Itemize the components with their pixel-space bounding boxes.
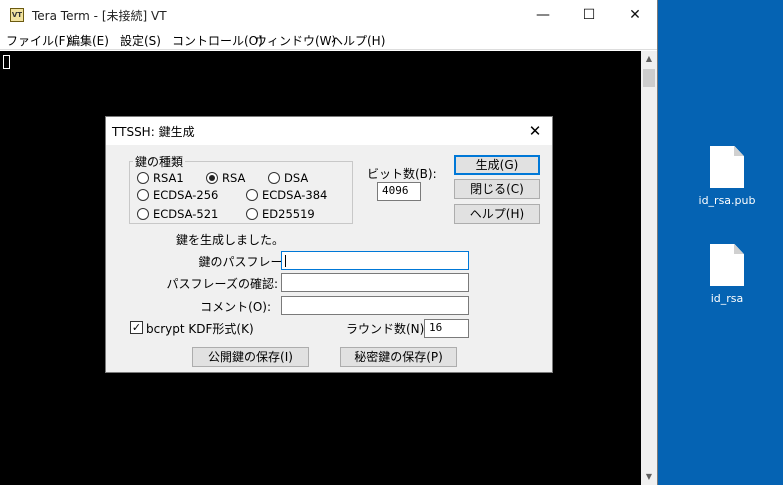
- radio-ecdsa-384[interactable]: ECDSA-384: [246, 188, 327, 202]
- confirm-passphrase-input[interactable]: [281, 273, 469, 292]
- scroll-down-icon[interactable]: ▼: [641, 469, 657, 485]
- confirm-passphrase-label: パスフレーズの確認:: [166, 277, 278, 291]
- key-generation-dialog: TTSSH: 鍵生成 ✕ 鍵の種類 RSA1 RSA DSA ECDSA-256…: [105, 116, 553, 373]
- radio-label: RSA1: [153, 171, 184, 185]
- close-button[interactable]: ✕: [612, 0, 658, 30]
- teraterm-app-icon[interactable]: VT: [10, 8, 24, 22]
- comment-input[interactable]: [281, 296, 469, 315]
- radio-rsa1[interactable]: RSA1: [137, 171, 184, 185]
- title-bar[interactable]: VT Tera Term - [未接続] VT — ☐ ✕: [0, 0, 657, 30]
- radio-label: ECDSA-384: [262, 188, 328, 202]
- radio-indicator: [246, 189, 258, 201]
- menu-bar: ファイル(F) 編集(E) 設定(S) コントロール(O) ウィンドウ(W) ヘ…: [0, 30, 657, 50]
- radio-dsa[interactable]: DSA: [268, 171, 308, 185]
- radio-label: DSA: [284, 171, 309, 185]
- close-dialog-button[interactable]: 閉じる(C): [454, 179, 540, 199]
- radio-ecdsa-256[interactable]: ECDSA-256: [137, 188, 218, 202]
- scroll-up-icon[interactable]: ▲: [641, 51, 657, 67]
- radio-indicator: [137, 172, 149, 184]
- bcrypt-label: bcrypt KDF形式(K): [146, 322, 254, 336]
- generate-button[interactable]: 生成(G): [454, 155, 540, 175]
- radio-label: ECDSA-256: [153, 188, 219, 202]
- text-caret: [285, 255, 286, 267]
- radio-label: ECDSA-521: [153, 207, 219, 221]
- radio-indicator: [137, 208, 149, 220]
- scrollbar-thumb[interactable]: [643, 69, 655, 87]
- radio-label: RSA: [222, 171, 246, 185]
- file-icon: [710, 146, 744, 188]
- menu-edit[interactable]: 編集(E): [68, 32, 109, 49]
- dialog-title: TTSSH: 鍵生成: [112, 125, 195, 139]
- file-icon: [710, 244, 744, 286]
- bits-label: ビット数(B):: [367, 167, 437, 181]
- vertical-scrollbar[interactable]: ▲ ▼: [641, 51, 657, 485]
- radio-label: ED25519: [262, 207, 315, 221]
- desktop-icon-id-rsa-pub[interactable]: id_rsa.pub: [690, 146, 764, 207]
- radio-ecdsa-521[interactable]: ECDSA-521: [137, 207, 218, 221]
- menu-setup[interactable]: 設定(S): [120, 32, 161, 49]
- menu-file[interactable]: ファイル(F): [6, 32, 70, 49]
- passphrase-input[interactable]: [281, 251, 469, 270]
- help-button[interactable]: ヘルプ(H): [454, 204, 540, 224]
- status-message: 鍵を生成しました。: [176, 233, 285, 247]
- radio-indicator: [246, 208, 258, 220]
- bcrypt-checkbox[interactable]: ✓: [130, 321, 143, 334]
- passphrase-label: 鍵のパスフレーズ:: [198, 255, 298, 269]
- window-title: Tera Term - [未接続] VT: [32, 9, 167, 23]
- bits-input[interactable]: 4096: [377, 182, 421, 201]
- menu-control[interactable]: コントロール(O): [172, 32, 263, 49]
- comment-label: コメント(O):: [200, 300, 271, 314]
- dialog-close-button[interactable]: ✕: [518, 117, 552, 145]
- menu-help[interactable]: ヘルプ(H): [331, 32, 385, 49]
- minimize-button[interactable]: —: [520, 0, 566, 30]
- desktop-background: [658, 0, 783, 485]
- key-type-group-label: 鍵の種類: [133, 153, 186, 170]
- maximize-button[interactable]: ☐: [566, 0, 612, 30]
- desktop-icon-label: id_rsa: [710, 292, 744, 305]
- rounds-input[interactable]: 16: [424, 319, 469, 338]
- desktop-icon-id-rsa[interactable]: id_rsa: [690, 244, 764, 305]
- menu-window[interactable]: ウィンドウ(W): [255, 32, 336, 49]
- radio-indicator: [137, 189, 149, 201]
- rounds-label: ラウンド数(N):: [346, 322, 429, 336]
- save-public-key-button[interactable]: 公開鍵の保存(I): [192, 347, 309, 367]
- save-private-key-button[interactable]: 秘密鍵の保存(P): [340, 347, 457, 367]
- terminal-cursor: [3, 55, 10, 69]
- radio-ed25519[interactable]: ED25519: [246, 207, 315, 221]
- radio-indicator-selected: [206, 172, 218, 184]
- desktop-icon-label: id_rsa.pub: [698, 194, 756, 207]
- radio-rsa[interactable]: RSA: [206, 171, 245, 185]
- dialog-title-bar[interactable]: TTSSH: 鍵生成 ✕: [106, 117, 552, 145]
- radio-indicator: [268, 172, 280, 184]
